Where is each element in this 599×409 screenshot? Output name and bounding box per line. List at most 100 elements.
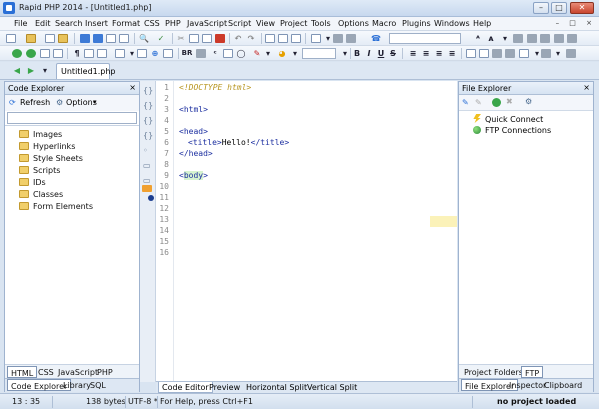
tab-untitled1[interactable]: Untitled1.php [56, 63, 116, 79]
more-tools-icon[interactable] [566, 49, 576, 58]
settings-icon[interactable] [567, 34, 577, 43]
gear-icon[interactable]: ⚙ [525, 97, 532, 106]
anchor-icon[interactable] [541, 49, 551, 58]
align-right-icon[interactable]: ≡ [434, 49, 444, 58]
toolbar-dropdown-icon[interactable]: ▾ [500, 34, 510, 43]
menu-php[interactable]: PHP [165, 19, 181, 28]
tree-item-classes[interactable]: Classes [19, 190, 63, 199]
validate-icon[interactable] [527, 34, 537, 43]
bold-button[interactable]: B [352, 49, 362, 58]
encoding-indicator[interactable]: UTF-8 * [128, 397, 158, 406]
menu-help[interactable]: Help [473, 19, 491, 28]
close-button[interactable]: ✕ [570, 2, 594, 14]
spell-check-icon[interactable]: ✓ [156, 34, 166, 43]
menu-script[interactable]: Script [228, 19, 251, 28]
align-center-icon[interactable]: ≡ [421, 49, 431, 58]
print-preview-icon[interactable] [119, 34, 129, 43]
mdi-window-controls[interactable]: – □ × [553, 19, 596, 29]
find-replace-icon[interactable]: ᴬ [473, 34, 483, 43]
indent-icon[interactable] [265, 34, 275, 43]
tab-ftp[interactable]: FTP [521, 366, 544, 378]
delete-icon[interactable] [215, 34, 225, 43]
marker-dropdown-icon[interactable]: ▾ [263, 49, 273, 58]
marker-icon[interactable]: ✎ [252, 49, 262, 58]
open-folder-icon[interactable] [26, 34, 36, 43]
palette-dropdown-icon[interactable]: ▾ [290, 49, 300, 58]
underline-button[interactable]: U [376, 49, 386, 58]
menu-tools[interactable]: Tools [311, 19, 331, 28]
lang-tab-css[interactable]: CSS [35, 366, 57, 378]
maximize-button[interactable]: □ [551, 2, 567, 14]
save-all-icon[interactable] [93, 34, 103, 43]
link-icon[interactable]: ⊕ [150, 49, 160, 58]
block-icon[interactable]: ▭ [143, 176, 151, 185]
undo-icon[interactable]: ↶ [233, 34, 243, 43]
font-dropdown-icon[interactable]: ▾ [340, 49, 350, 58]
redo-icon[interactable]: ↷ [246, 34, 256, 43]
tree-item-hyperlinks[interactable]: Hyperlinks [19, 142, 75, 151]
bookmark-icon[interactable] [311, 34, 321, 43]
div-icon[interactable] [223, 49, 233, 58]
menu-file[interactable]: File [14, 19, 27, 28]
image-icon[interactable] [163, 49, 173, 58]
menu-search[interactable]: Search [55, 19, 82, 28]
indent-block-icon[interactable] [492, 49, 502, 58]
find-icon[interactable]: 🔍 [139, 34, 149, 43]
anchor-dropdown-icon[interactable]: ▾ [553, 49, 563, 58]
menu-options[interactable]: Options [338, 19, 369, 28]
close-icon[interactable]: × [129, 83, 136, 92]
menu-windows[interactable]: Windows [434, 19, 470, 28]
edit-icon[interactable]: ✎ [462, 98, 469, 107]
table-icon[interactable] [84, 49, 94, 58]
menu-plugins[interactable]: Plugins [402, 19, 431, 28]
comment-icon[interactable] [291, 34, 301, 43]
tree-item-form-elements[interactable]: Form Elements [19, 202, 93, 211]
browser-preview-icon[interactable] [346, 34, 356, 43]
new-file-icon[interactable] [6, 34, 16, 43]
tab-list-icon[interactable]: ▾ [40, 66, 50, 75]
strikethrough-button[interactable]: S [388, 49, 398, 58]
add-connection-icon[interactable] [492, 98, 501, 107]
minimize-button[interactable]: – [533, 2, 549, 14]
bullet-list-icon[interactable] [479, 49, 489, 58]
fold-icon[interactable]: {} [143, 86, 153, 95]
dropdown-arrow-icon[interactable]: ▾ [323, 34, 333, 43]
tab-preview[interactable]: Preview [206, 382, 243, 393]
expand-icon[interactable]: {} [143, 131, 153, 140]
tab-clipboard[interactable]: Clipboard [541, 379, 585, 391]
color-icon[interactable] [26, 49, 36, 58]
tab-sql[interactable]: SQL [87, 379, 109, 391]
hr-icon[interactable] [40, 49, 50, 58]
cut-icon[interactable]: ✂ [176, 34, 186, 43]
code-explorer-search-input[interactable] [7, 112, 137, 124]
delete-icon[interactable]: ✖ [506, 97, 513, 106]
tree-item-style-sheets[interactable]: Style Sheets [19, 154, 83, 163]
shape-icon[interactable]: ◯ [236, 49, 246, 58]
folder-marker-icon[interactable] [142, 185, 152, 192]
save-icon[interactable] [80, 34, 90, 43]
template-icon[interactable] [45, 34, 55, 43]
print-icon[interactable] [106, 34, 116, 43]
refresh-button[interactable]: Refresh [20, 98, 50, 107]
form-dropdown-icon[interactable]: ▾ [127, 49, 137, 58]
collapse-icon[interactable]: {} [143, 116, 153, 125]
paragraph-icon[interactable]: ¶ [72, 49, 82, 58]
tree-item-scripts[interactable]: Scripts [19, 166, 60, 175]
align-left-icon[interactable]: ≡ [408, 49, 418, 58]
close-icon[interactable]: × [583, 83, 590, 92]
menu-format[interactable]: Format [112, 19, 140, 28]
nbsp-icon[interactable] [196, 49, 206, 58]
tree-item-ids[interactable]: IDs [19, 178, 46, 187]
toolbar-combo[interactable] [389, 33, 461, 44]
menu-insert[interactable]: Insert [85, 19, 108, 28]
disconnect-icon[interactable]: ✎ [475, 98, 482, 107]
menu-javascript[interactable]: JavaScript [187, 19, 227, 28]
justify-icon[interactable]: ≡ [447, 49, 457, 58]
special-char-icon[interactable]: ᶜ [210, 49, 220, 58]
font-combo[interactable] [302, 48, 336, 59]
ftp-upload-icon[interactable] [554, 34, 564, 43]
tidy-icon[interactable] [540, 34, 550, 43]
tree-item-images[interactable]: Images [19, 130, 62, 139]
back-arrow-icon[interactable]: ◀ [12, 66, 22, 75]
tab-vertical-split[interactable]: Vertical Split [304, 382, 360, 393]
